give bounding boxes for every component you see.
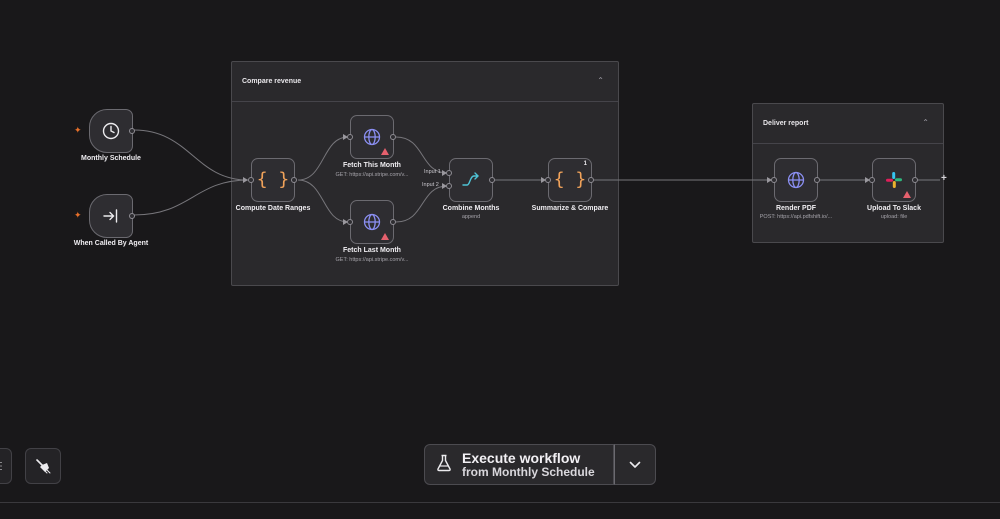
node-subtitle: GET: https://api.stripe.com/v... [335, 172, 409, 178]
node-label: Fetch This Month [343, 162, 401, 169]
input-handle[interactable] [545, 177, 551, 183]
warning-icon[interactable] [903, 191, 911, 198]
globe-icon [787, 171, 805, 189]
execute-workflow-button[interactable]: Execute workflow from Monthly Schedule [424, 444, 614, 485]
output-handle[interactable] [814, 177, 820, 183]
node-render-pdf[interactable] [771, 158, 820, 202]
node-monthly-schedule[interactable] [89, 109, 135, 153]
globe-icon [363, 213, 381, 231]
merge-icon [462, 172, 479, 186]
input-handle[interactable] [771, 177, 777, 183]
item-count-badge: 1 [583, 161, 587, 167]
trigger-bolt-icon: ✦ [74, 210, 82, 220]
output-handle[interactable] [489, 177, 495, 183]
node-when-called-by-agent[interactable] [89, 194, 135, 238]
code-braces-icon: { } [553, 169, 587, 190]
globe-icon [363, 128, 381, 146]
group-title: Compare revenue [242, 78, 302, 85]
workflow-canvas[interactable]: Compare revenue ⌃ Deliver report ⌃ ✦ Mon… [0, 0, 1000, 519]
node-label: Upload To Slack [867, 205, 921, 212]
collapse-chevron-icon[interactable]: ⌃ [922, 118, 929, 127]
node-combine-months[interactable] [446, 158, 495, 202]
flask-icon [436, 454, 454, 476]
panel-divider [0, 502, 1000, 503]
node-compute-date-ranges[interactable]: { } [248, 158, 297, 202]
chevron-down-icon [629, 461, 641, 468]
broom-icon [36, 459, 51, 474]
input-2-label: Input 2 [422, 182, 439, 188]
warning-icon[interactable] [381, 148, 389, 155]
input-handle[interactable] [248, 177, 254, 183]
code-braces-icon: { } [256, 169, 290, 190]
node-fetch-this-month[interactable] [347, 115, 396, 159]
input-handle[interactable] [347, 134, 353, 140]
execute-options-dropdown[interactable] [614, 444, 656, 485]
node-fetch-last-month[interactable] [347, 200, 396, 244]
output-handle[interactable] [912, 177, 918, 183]
execute-title: Execute workflow [462, 449, 581, 466]
input-2-handle[interactable] [446, 183, 452, 189]
output-handle[interactable] [390, 219, 396, 225]
node-label: Combine Months [442, 205, 500, 212]
node-subtitle: append [461, 214, 481, 220]
node-label: Summarize & Compare [531, 205, 609, 212]
node-label: Compute Date Ranges [235, 205, 311, 212]
tidy-up-button[interactable] [25, 448, 61, 484]
group-header[interactable]: Compare revenue [232, 62, 618, 102]
node-label: Fetch Last Month [343, 247, 401, 254]
enter-arrow-icon [103, 209, 118, 223]
node-subtitle: upload: file [880, 214, 908, 220]
node-label: Render PDF [775, 205, 817, 212]
input-1-handle[interactable] [446, 170, 452, 176]
partial-tool-icon: ⋮ [0, 460, 6, 472]
output-handle[interactable] [129, 213, 135, 219]
execute-subtitle: from Monthly Schedule [462, 464, 595, 479]
zoom-tool-button[interactable]: ⋮ [0, 448, 12, 484]
input-handle[interactable] [869, 177, 875, 183]
output-handle[interactable] [129, 128, 135, 134]
node-upload-to-slack[interactable] [869, 158, 918, 202]
node-label: Monthly Schedule [81, 155, 141, 162]
clock-icon [102, 122, 120, 140]
trigger-bolt-icon: ✦ [74, 125, 82, 135]
group-title: Deliver report [763, 120, 809, 127]
group-header[interactable]: Deliver report [753, 104, 943, 144]
node-subtitle: GET: https://api.stripe.com/v... [335, 257, 409, 263]
execute-text: Execute workflow from Monthly Schedule [462, 450, 595, 480]
input-1-label: Input 1 [424, 169, 441, 175]
output-handle[interactable] [588, 177, 594, 183]
warning-icon[interactable] [381, 233, 389, 240]
output-handle[interactable] [291, 177, 297, 183]
node-label: When Called By Agent [73, 240, 149, 247]
output-handle[interactable] [390, 134, 396, 140]
input-handle[interactable] [347, 219, 353, 225]
node-summarize-compare[interactable]: { } 1 [545, 158, 594, 202]
slack-icon [886, 172, 902, 188]
collapse-chevron-icon[interactable]: ⌃ [597, 76, 604, 85]
add-node-plus-icon[interactable]: + [941, 173, 947, 184]
